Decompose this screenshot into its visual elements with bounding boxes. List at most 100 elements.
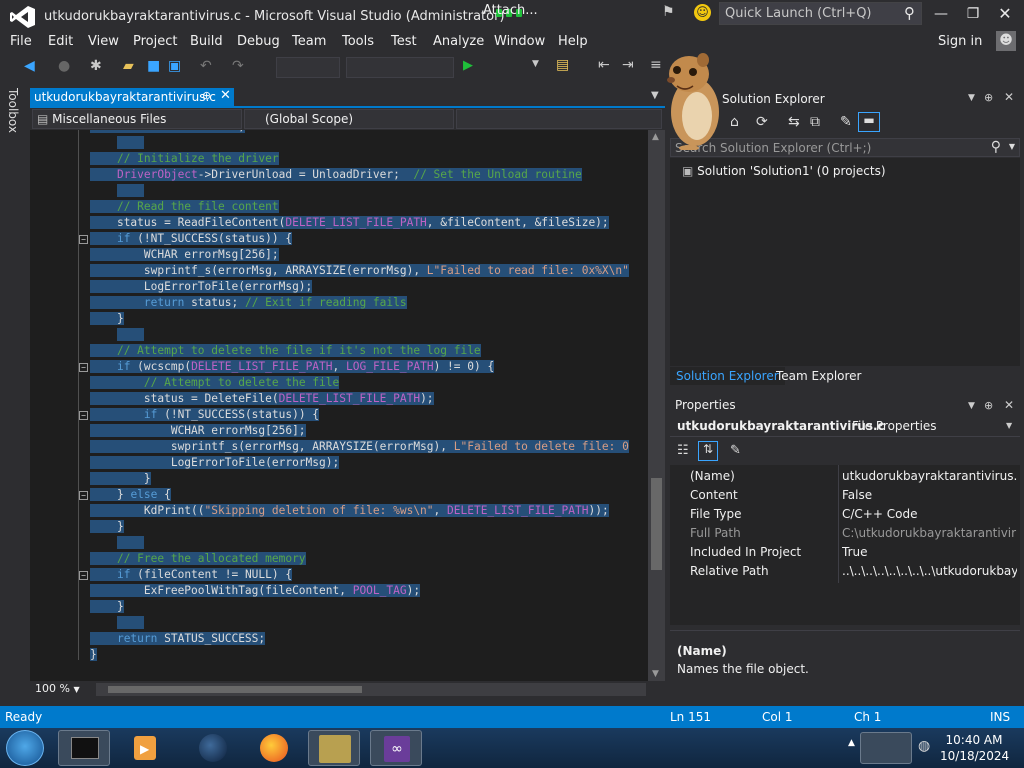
code-line[interactable]: return STATUS_SUCCESS;	[90, 631, 650, 647]
sign-in-link[interactable]: Sign in	[938, 34, 982, 49]
save-all-icon[interactable]: ▣	[168, 58, 181, 74]
panel-close-icon[interactable]: ✕	[1004, 90, 1014, 104]
fold-toggle-icon[interactable]: −	[79, 235, 88, 244]
taskbar-terminal-icon[interactable]	[58, 730, 110, 766]
code-line[interactable]: swprintf_s(errorMsg, ARRAYSIZE(errorMsg)…	[90, 439, 650, 455]
vertical-scroll-thumb[interactable]	[651, 478, 662, 570]
feedback-flag-icon[interactable]: ⚑	[662, 4, 675, 20]
fold-toggle-icon[interactable]: −	[79, 411, 88, 420]
taskbar-firefox-icon[interactable]	[248, 730, 300, 766]
fold-toggle-icon[interactable]: −	[79, 571, 88, 580]
start-button[interactable]	[6, 730, 44, 766]
code-line[interactable]: WCHAR errorMsg[256];	[90, 247, 650, 263]
code-line[interactable]: // Attempt to delete the file	[90, 375, 650, 391]
sync-icon[interactable]: ⇆	[788, 114, 800, 130]
taskbar-game-icon[interactable]	[308, 730, 360, 766]
code-line[interactable]: status = DeleteFile(DELETE_LIST_FILE_PAT…	[90, 391, 650, 407]
code-text[interactable]: ULONG fileSize = 0; // Initialize the dr…	[90, 130, 650, 679]
network-icon[interactable]: ◍	[918, 738, 930, 754]
forward-icon[interactable]: ●	[58, 58, 70, 74]
properties-wrench-icon[interactable]: ✎	[840, 114, 852, 130]
close-button[interactable]: ✕	[990, 3, 1020, 25]
toolbox-tab[interactable]: Toolbox	[6, 88, 20, 133]
member-dropdown[interactable]	[456, 109, 662, 129]
code-line[interactable]: return status; // Exit if reading fails	[90, 295, 650, 311]
code-editor[interactable]: ULONG fileSize = 0; // Initialize the dr…	[30, 130, 664, 681]
tray-app-icon[interactable]	[860, 732, 912, 764]
preview-selected-icon[interactable]: ▬	[858, 112, 880, 132]
menu-build[interactable]: Build	[190, 34, 223, 49]
taskbar-clock[interactable]: 10:40 AM 10/18/2024	[940, 733, 1009, 763]
back-icon[interactable]: ◀	[24, 58, 35, 74]
tab-solution-explorer[interactable]: Solution Explorer	[670, 367, 785, 385]
taskbar-visual-studio-icon[interactable]: ∞	[370, 730, 422, 766]
property-row[interactable]: Included In Project True	[670, 542, 1020, 561]
code-line[interactable]: if (!NT_SUCCESS(status)) {	[90, 407, 650, 423]
new-project-icon[interactable]: ✱	[90, 58, 102, 74]
code-line[interactable]: if (wcscmp(DELETE_LIST_FILE_PATH, LOG_FI…	[90, 359, 650, 375]
code-line[interactable]: swprintf_s(errorMsg, ARRAYSIZE(errorMsg)…	[90, 263, 650, 279]
menu-project[interactable]: Project	[133, 34, 177, 49]
save-icon[interactable]: ■	[147, 58, 160, 74]
categorized-icon[interactable]: ☷	[677, 443, 689, 458]
code-line[interactable]: WCHAR errorMsg[256];	[90, 423, 650, 439]
panel-pin-icon[interactable]: ⊕	[984, 91, 993, 104]
tab-team-explorer[interactable]: Team Explorer	[770, 367, 868, 385]
code-line[interactable]: }	[90, 471, 650, 487]
code-line[interactable]: DriverObject->DriverUnload = UnloadDrive…	[90, 167, 650, 183]
menu-edit[interactable]: Edit	[48, 34, 73, 49]
menu-team[interactable]: Team	[292, 34, 326, 49]
properties-column-divider[interactable]	[838, 465, 839, 583]
code-line[interactable]: // Initialize the driver	[90, 151, 650, 167]
property-value[interactable]: True	[842, 545, 1017, 559]
redo-icon[interactable]: ↷	[232, 58, 244, 74]
menu-tools[interactable]: Tools	[342, 34, 374, 49]
horizontal-scroll-thumb[interactable]	[108, 686, 362, 693]
menu-help[interactable]: Help	[558, 34, 588, 49]
find-in-files-icon[interactable]: ▤	[556, 57, 569, 73]
collapse-all-icon[interactable]: ⧉	[810, 114, 820, 130]
quick-launch-input[interactable]: Quick Launch (Ctrl+Q) ⚲	[719, 2, 922, 25]
properties-object-selector[interactable]: utkudorukbayraktarantivirus.c File Prope…	[670, 417, 1020, 437]
code-line[interactable]	[90, 135, 650, 151]
taskbar-media-player-icon[interactable]: ▶	[120, 730, 172, 766]
code-line[interactable]: // Free the allocated memory	[90, 551, 650, 567]
code-line[interactable]: if (fileContent != NULL) {	[90, 567, 650, 583]
property-row[interactable]: Full Path C:\utkudorukbayraktarantivirus\…	[670, 523, 1020, 542]
code-line[interactable]: }	[90, 647, 650, 663]
scroll-down-icon[interactable]: ▼	[652, 669, 659, 679]
menu-file[interactable]: File	[10, 34, 32, 49]
properties-close-icon[interactable]: ✕	[1004, 398, 1014, 412]
code-line[interactable]: }	[90, 599, 650, 615]
editor-vertical-scrollbar[interactable]: ▲ ▼	[648, 130, 665, 681]
search-options-icon[interactable]: ▼	[1009, 142, 1015, 151]
attach-button[interactable]: Attach...	[483, 3, 538, 18]
history-icon[interactable]: ⟳	[756, 114, 768, 130]
properties-menu-icon[interactable]: ▼	[968, 401, 975, 411]
feedback-smiley-icon[interactable]: ☺	[694, 4, 711, 21]
menu-view[interactable]: View	[88, 34, 119, 49]
show-hidden-icons[interactable]: ▲	[848, 738, 855, 748]
property-value[interactable]: ..\..\..\..\..\..\..\..\utkudorukbayral	[842, 564, 1017, 578]
property-value[interactable]: False	[842, 488, 1017, 502]
minimize-button[interactable]: —	[926, 3, 956, 25]
start-debugging-icon[interactable]: ▶	[463, 58, 473, 73]
fold-toggle-icon[interactable]: −	[79, 491, 88, 500]
solution-configuration-dropdown[interactable]	[276, 57, 340, 78]
code-line[interactable]: if (!NT_SUCCESS(status)) {	[90, 231, 650, 247]
menu-window[interactable]: Window	[494, 34, 545, 49]
property-pages-icon[interactable]: ✎	[730, 443, 741, 458]
code-line[interactable]: KdPrint(("Skipping deletion of file: %ws…	[90, 503, 650, 519]
code-line[interactable]: // Attempt to delete the file if it's no…	[90, 343, 650, 359]
code-line[interactable]: status = ReadFileContent(DELETE_LIST_FIL…	[90, 215, 650, 231]
indent-icon[interactable]: ⇤	[598, 57, 610, 73]
property-row[interactable]: File Type C/C++ Code	[670, 504, 1020, 523]
undo-icon[interactable]: ↶	[200, 58, 212, 74]
code-line[interactable]	[90, 615, 650, 631]
menu-test[interactable]: Test	[391, 34, 417, 49]
code-line[interactable]: LogErrorToFile(errorMsg);	[90, 279, 650, 295]
outdent-icon[interactable]: ⇥	[622, 57, 634, 73]
attach-dropdown-icon[interactable]: ▼	[532, 59, 539, 69]
home-icon[interactable]: ⌂	[730, 114, 739, 130]
taskbar-globe-icon[interactable]	[186, 730, 238, 766]
